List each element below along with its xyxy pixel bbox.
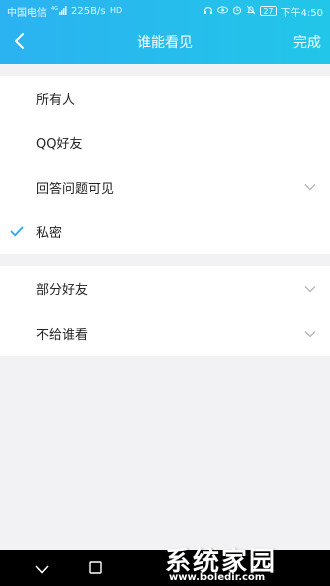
checkmark-icon: [10, 210, 24, 255]
status-bar: 中国电信 4G 225B/s HD 27 下午4:50: [0, 0, 330, 22]
battery-level: 27: [263, 6, 274, 16]
option-some-friends[interactable]: 部分好友: [0, 266, 330, 311]
option-label: 所有人: [36, 92, 76, 108]
network-signal-icon: 4G: [51, 5, 67, 18]
battery-icon: 27: [260, 6, 277, 16]
option-label: 部分好友: [36, 283, 89, 298]
chevron-down-icon: [304, 266, 316, 311]
option-everyone[interactable]: 所有人: [0, 76, 330, 121]
clock: 下午4:50: [280, 7, 323, 19]
option-private[interactable]: 私密: [0, 210, 330, 255]
chevron-down-icon: [304, 311, 316, 356]
alarm-icon: [232, 5, 242, 18]
option-answer-question[interactable]: 回答问题可见: [0, 165, 330, 210]
chevron-down-icon: [35, 559, 49, 578]
svg-text:HD: HD: [110, 6, 122, 15]
back-arrow-icon: [13, 32, 25, 54]
network-speed: 225B/s: [71, 5, 106, 17]
hd-voice-icon: HD: [110, 5, 122, 18]
friend-filter-group: 部分好友 不给谁看: [0, 266, 330, 356]
svg-text:4G: 4G: [51, 6, 58, 12]
visibility-options-group: 所有人 QQ好友 回答问题可见 私密: [0, 76, 330, 254]
mute-bell-icon: [246, 5, 256, 18]
square-icon: [88, 559, 102, 578]
done-button[interactable]: 完成: [293, 22, 321, 64]
chevron-down-icon: [304, 165, 316, 210]
carrier-label: 中国电信: [7, 7, 47, 19]
option-label: 不给谁看: [36, 328, 89, 343]
option-label: 私密: [36, 226, 63, 242]
nav-back-button[interactable]: [22, 550, 62, 586]
page-title: 谁能看见: [137, 35, 193, 51]
back-button[interactable]: [6, 22, 32, 64]
watermark-url: www.boledir.com: [169, 572, 266, 583]
option-label: 回答问题可见: [36, 181, 115, 197]
eye-icon: [217, 5, 229, 18]
option-hide-from[interactable]: 不给谁看: [0, 311, 330, 356]
option-qq-friends[interactable]: QQ好友: [0, 121, 330, 166]
headset-icon: [203, 5, 213, 18]
option-label: QQ好友: [36, 137, 83, 153]
site-watermark: 系统家园 www.boledir.com: [165, 539, 330, 586]
nav-recent-button[interactable]: [75, 550, 115, 586]
app-bar: 谁能看见 完成: [0, 22, 330, 64]
